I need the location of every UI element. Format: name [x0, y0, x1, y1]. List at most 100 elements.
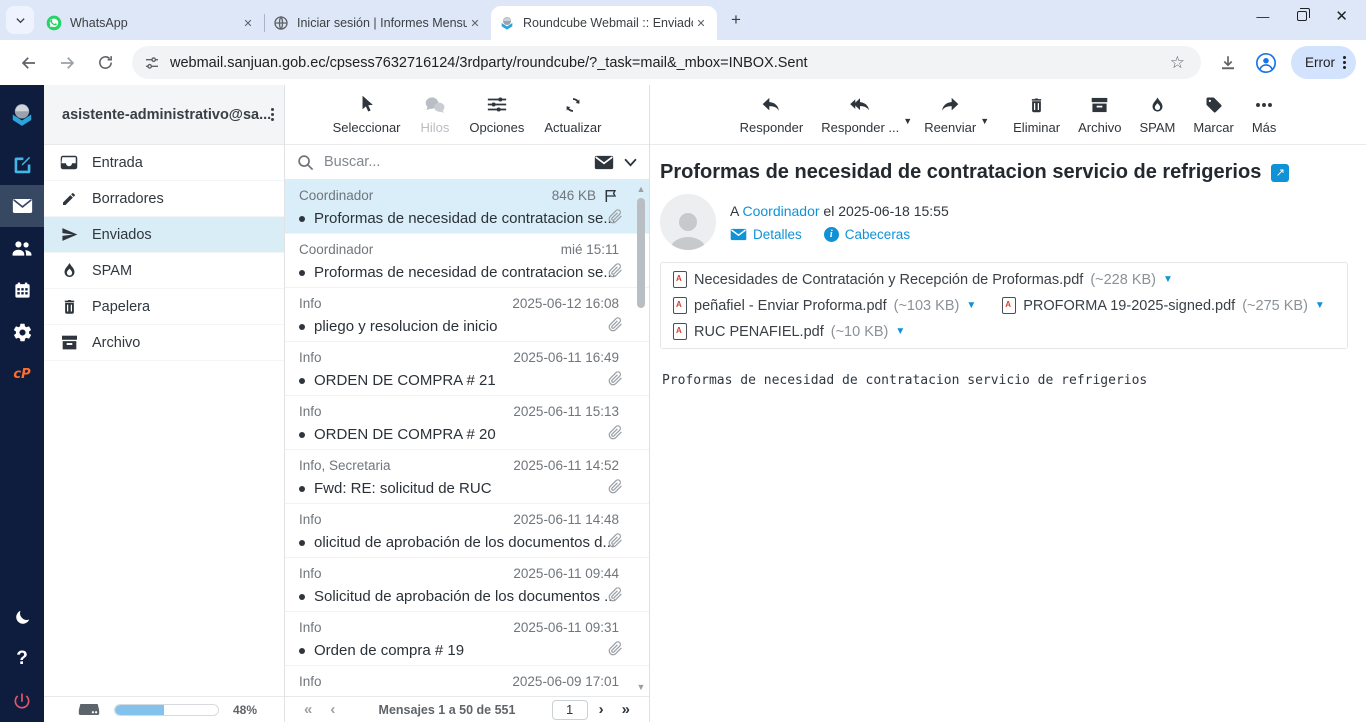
- account-menu-icon[interactable]: [271, 108, 274, 121]
- attachment-menu-icon[interactable]: ▼: [1163, 274, 1173, 285]
- forward-button[interactable]: [52, 48, 82, 78]
- reply-all-button[interactable]: Responder ...: [813, 91, 907, 139]
- message-row[interactable]: Info2025-06-11 09:31 Orden de compra # 1…: [285, 612, 649, 666]
- reply-all-menu-icon[interactable]: ▼: [903, 116, 912, 126]
- search-scope-mail-icon[interactable]: [594, 155, 614, 170]
- attachment-menu-icon[interactable]: ▼: [895, 326, 905, 337]
- list-scrollbar[interactable]: ▲ ▼: [635, 182, 647, 694]
- restore-icon: [1297, 11, 1307, 21]
- options-button[interactable]: Opciones: [461, 91, 532, 139]
- folder-entrada[interactable]: Entrada: [44, 145, 284, 181]
- attachment-name[interactable]: Necesidades de Contratación y Recepción …: [694, 272, 1083, 288]
- tab-informes[interactable]: Iniciar sesión | Informes Mensua ✕: [265, 6, 491, 40]
- headers-toggle[interactable]: i Cabeceras: [824, 227, 910, 242]
- forward-menu-icon[interactable]: ▼: [980, 116, 989, 126]
- message-subject: ORDEN DE COMPRA # 20: [314, 422, 619, 447]
- more-button[interactable]: Más: [1244, 91, 1285, 139]
- message-row[interactable]: Info2025-06-11 16:49 ORDEN DE COMPRA # 2…: [285, 342, 649, 396]
- minimize-button[interactable]: —: [1256, 9, 1269, 24]
- sync-error-button[interactable]: Error: [1291, 46, 1356, 79]
- delete-button[interactable]: Eliminar: [1005, 91, 1068, 139]
- attachment-menu-icon[interactable]: ▼: [1315, 300, 1325, 311]
- profile-button[interactable]: [1251, 48, 1281, 78]
- attachment-name[interactable]: PROFORMA 19-2025-signed.pdf: [1023, 298, 1235, 314]
- folder-enviados[interactable]: Enviados: [44, 217, 284, 253]
- message-row[interactable]: Info2025-06-11 15:13 ORDEN DE COMPRA # 2…: [285, 396, 649, 450]
- scroll-down-icon[interactable]: ▼: [635, 682, 647, 692]
- attachment-item[interactable]: PROFORMA 19-2025-signed.pdf (~275 KB) ▼: [1002, 297, 1325, 314]
- reload-button[interactable]: [90, 48, 120, 78]
- tab-search-button[interactable]: [6, 6, 34, 34]
- attachment-item[interactable]: RUC PENAFIEL.pdf (~10 KB) ▼: [673, 323, 905, 340]
- close-button[interactable]: ✕: [1335, 7, 1348, 25]
- page-number-input[interactable]: [552, 700, 588, 720]
- message-row[interactable]: Coordinador 846 KB Proformas de necesida…: [285, 180, 649, 234]
- omnibox[interactable]: webmail.sanjuan.gob.ec/cpsess7632716124/…: [132, 46, 1201, 79]
- tab-close-icon[interactable]: ✕: [240, 15, 256, 31]
- message-row[interactable]: Info, Secretaria2025-06-11 14:52 Fwd: RE…: [285, 450, 649, 504]
- attachment-name[interactable]: RUC PENAFIEL.pdf: [694, 324, 824, 340]
- rail-contacts-button[interactable]: [0, 227, 44, 269]
- back-button[interactable]: [14, 48, 44, 78]
- tab-roundcube-active[interactable]: Roundcube Webmail :: Enviados ✕: [491, 6, 717, 40]
- url-text[interactable]: webmail.sanjuan.gob.ec/cpsess7632716124/…: [170, 55, 1166, 71]
- folder-spam[interactable]: SPAM: [44, 253, 284, 289]
- scroll-up-icon[interactable]: ▲: [635, 184, 647, 194]
- spam-button[interactable]: SPAM: [1131, 91, 1183, 139]
- mark-button[interactable]: Marcar: [1185, 91, 1241, 139]
- search-input[interactable]: [324, 154, 584, 170]
- site-settings-icon[interactable]: [144, 55, 160, 71]
- bookmark-star-icon[interactable]: ☆: [1166, 53, 1189, 73]
- folder-archivo[interactable]: Archivo: [44, 325, 284, 361]
- attachment-menu-icon[interactable]: ▼: [966, 300, 976, 311]
- trash-icon: [1029, 95, 1044, 115]
- attachment-name[interactable]: peñafiel - Enviar Proforma.pdf: [694, 298, 887, 314]
- rail-mail-button[interactable]: [0, 185, 44, 227]
- open-in-new-window-icon[interactable]: ↗: [1271, 164, 1289, 182]
- reply-button[interactable]: Responder: [732, 91, 812, 139]
- new-tab-button[interactable]: +: [723, 7, 749, 33]
- sync-error-label: Error: [1305, 55, 1335, 70]
- folder-papelera[interactable]: Papelera: [44, 289, 284, 325]
- downloads-button[interactable]: [1213, 48, 1243, 78]
- archive-icon: [60, 335, 78, 350]
- attachment-item[interactable]: Necesidades de Contratación y Recepción …: [673, 271, 1173, 288]
- message-row[interactable]: Info2025-06-11 14:48 olicitud de aprobac…: [285, 504, 649, 558]
- recipient-link[interactable]: Coordinador: [742, 203, 819, 219]
- message-row[interactable]: Coordinadormié 15:11 Proformas de necesi…: [285, 234, 649, 288]
- restore-button[interactable]: [1297, 11, 1307, 21]
- roundcube-logo[interactable]: [0, 85, 44, 143]
- flag-icon[interactable]: [603, 188, 619, 204]
- tab-close-icon[interactable]: ✕: [693, 15, 709, 31]
- rail-logout-button[interactable]: [0, 680, 44, 722]
- threads-button[interactable]: Hilos: [413, 91, 458, 139]
- refresh-button[interactable]: Actualizar: [536, 91, 609, 139]
- rail-darkmode-button[interactable]: [0, 596, 44, 638]
- message-row[interactable]: Info2025-06-11 09:44 Solicitud de aproba…: [285, 558, 649, 612]
- rail-help-button[interactable]: ?: [0, 638, 44, 680]
- browser-menu-icon[interactable]: [1343, 56, 1346, 69]
- attachment-item[interactable]: peñafiel - Enviar Proforma.pdf (~103 KB)…: [673, 297, 976, 314]
- scrollbar-thumb[interactable]: [637, 198, 645, 308]
- first-page-button[interactable]: «: [297, 701, 319, 718]
- trash-icon: [60, 298, 78, 315]
- tab-close-icon[interactable]: ✕: [467, 15, 483, 31]
- search-options-chevron-icon[interactable]: [624, 158, 637, 167]
- next-page-button[interactable]: ›: [592, 701, 611, 718]
- last-page-button[interactable]: »: [615, 701, 637, 718]
- rail-settings-button[interactable]: [0, 311, 44, 353]
- folder-borradores[interactable]: Borradores: [44, 181, 284, 217]
- tab-whatsapp[interactable]: WhatsApp ✕: [38, 6, 264, 40]
- details-toggle[interactable]: Detalles: [730, 227, 802, 242]
- list-pagination: « ‹ Mensajes 1 a 50 de 551 › »: [285, 696, 649, 722]
- rail-cpanel-button[interactable]: cP: [0, 353, 44, 395]
- rail-calendar-button[interactable]: [0, 269, 44, 311]
- rail-compose-button[interactable]: [0, 143, 44, 185]
- prev-page-button[interactable]: ‹: [323, 701, 342, 718]
- forward-button-mail[interactable]: Reenviar: [916, 91, 984, 139]
- account-email: asistente-administrativo@sa...: [62, 107, 271, 123]
- archive-button[interactable]: Archivo: [1070, 91, 1129, 139]
- message-row[interactable]: Info2025-06-09 17:01: [285, 666, 649, 696]
- select-button[interactable]: Seleccionar: [325, 91, 409, 139]
- message-row[interactable]: Info2025-06-12 16:08 pliego y resolucion…: [285, 288, 649, 342]
